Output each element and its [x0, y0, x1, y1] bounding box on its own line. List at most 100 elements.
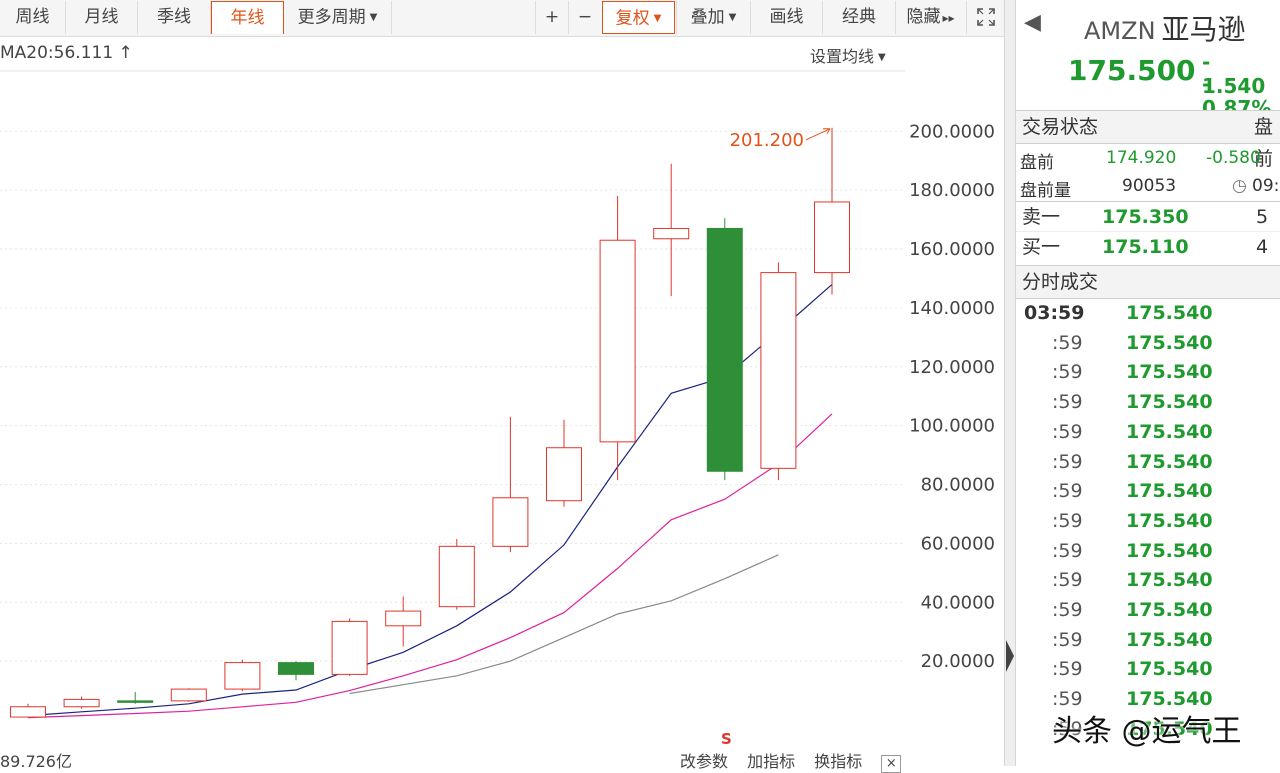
candle [546, 419, 582, 507]
classic-button[interactable]: 经典 [822, 1, 895, 34]
zoom-out-button[interactable]: − [568, 1, 601, 34]
dividend-marker: S [721, 730, 732, 748]
candle-body [546, 447, 582, 502]
tick-price: 175.540 [1126, 420, 1213, 443]
y-tick-label: 60.0000 [921, 533, 995, 554]
candle-body [278, 662, 314, 675]
edit-params-button[interactable]: 改参数 [680, 752, 728, 771]
tick-price: 175.540 [1126, 480, 1213, 503]
candle [438, 538, 475, 610]
fullscreen-button[interactable] [966, 1, 1004, 34]
candle [117, 692, 154, 704]
tab-week[interactable]: 周线 [0, 1, 66, 34]
premarket-change: -0.580 [1206, 148, 1261, 168]
tick-time: :59 [1052, 569, 1083, 592]
bid-label: 买一 [1022, 236, 1061, 258]
tab-quarter[interactable]: 季线 [138, 1, 211, 34]
candle-body [599, 239, 636, 443]
ask-price: 175.350 [1102, 206, 1189, 228]
y-tick-label: 120.0000 [909, 357, 995, 378]
candle [599, 196, 636, 481]
fuquan-dropdown[interactable]: 复权 ▼ [602, 1, 675, 34]
tick-time: :59 [1052, 599, 1083, 621]
y-tick-label: 140.0000 [909, 298, 995, 319]
premarket-price: 174.920 [1106, 148, 1177, 168]
candle [63, 696, 100, 709]
tick-row: :59 175.540 [1016, 569, 1280, 599]
bid-price: 175.110 [1102, 236, 1189, 258]
y-tick-label: 180.0000 [909, 180, 995, 201]
tick-price: 175.540 [1126, 569, 1213, 592]
dividend-marker-text: S [721, 730, 732, 748]
chevron-left-icon[interactable]: ◀ [1024, 10, 1041, 35]
tick-price: 175.540 [1126, 361, 1213, 384]
tick-time: :59 [1052, 628, 1083, 651]
candle-body [331, 620, 368, 675]
tick-price: 175.540 [1126, 658, 1213, 681]
caret-down-icon: ▼ [369, 12, 378, 23]
ma20-label: MA20:56.111 ↑ [0, 43, 133, 63]
ma-settings-dropdown[interactable]: 设置均线 ▼ [810, 43, 886, 67]
tick-time: :59 [1052, 539, 1083, 562]
ask-label: 卖一 [1022, 206, 1061, 228]
tick-row: :59 175.540 [1016, 421, 1280, 451]
tick-price: 175.540 [1126, 331, 1213, 354]
y-tick-label: 160.0000 [909, 239, 995, 260]
tab-month[interactable]: 月线 [66, 1, 138, 34]
y-tick-label: 100.0000 [909, 416, 995, 437]
candle-body [438, 545, 475, 608]
tick-time: :59 [1052, 509, 1083, 532]
premarket-volume: 90053 [1122, 176, 1177, 196]
candle [10, 703, 46, 718]
caret-down-icon: ▼ [653, 13, 662, 24]
hide-button[interactable]: 隐藏 ▸▸ [895, 1, 965, 34]
annotation-arrowhead [823, 128, 831, 135]
tick-time: :59 [1052, 480, 1083, 503]
y-tick-label: 20.0000 [921, 651, 995, 672]
overlay-dropdown[interactable]: 叠加 ▼ [676, 1, 750, 34]
tab-more-periods[interactable]: 更多周期 ▼ [284, 1, 392, 34]
candle-body [170, 688, 207, 702]
tick-price: 175.540 [1126, 391, 1213, 414]
caret-down-icon: ▼ [728, 12, 737, 23]
ma-line [27, 413, 833, 719]
candle-body [117, 700, 154, 703]
tick-row: :59 175.540 [1016, 658, 1280, 688]
tick-time: 03:59 [1024, 302, 1085, 324]
tab-year[interactable]: 年线 [211, 1, 284, 34]
company-name: 亚马逊 [1161, 13, 1246, 46]
time-sales-title: 分时成交 [1022, 271, 1099, 293]
switch-indicator-button[interactable]: 换指标 [814, 752, 862, 771]
close-indicator-button[interactable]: × [881, 755, 902, 773]
tick-price: 175.540 [1126, 599, 1213, 621]
candlestick-chart[interactable]: 200.0000 180.0000 160.0000 140.0000 120.0000… [0, 0, 1004, 766]
period-toolbar: 周线 月线 季线 年线 更多周期 ▼ + − 复权 ▼ 叠加 ▼ 画线 经典 隐藏 ▸▸ [0, 0, 1004, 37]
draw-line-button[interactable]: 画线 [750, 1, 822, 34]
zoom-in-button[interactable]: + [535, 1, 568, 34]
arrow-up-icon: ↑ [118, 43, 133, 63]
caret-down-icon: ▼ [878, 52, 886, 63]
hide-label: 隐藏 [906, 7, 941, 27]
add-indicator-button[interactable]: 加指标 [747, 752, 795, 771]
tick-price: 175.540 [1126, 450, 1213, 473]
tick-row: :59 175.540 [1016, 361, 1280, 391]
fuquan-label: 复权 [615, 8, 650, 29]
premarket-volume-row: 盘前量 90053 ◷ 09: [1020, 176, 1279, 201]
candle [653, 163, 690, 297]
tick-row: :59 175.540 [1016, 510, 1280, 540]
candle-body [760, 272, 797, 469]
candle [814, 127, 850, 295]
ma-line [27, 283, 833, 717]
tick-time: :59 [1052, 361, 1083, 384]
bid-row: 买一 175.110 4 [1016, 231, 1280, 262]
tick-time: :59 [1052, 391, 1083, 414]
ma-settings-label: 设置均线 [810, 47, 875, 66]
candle-body [385, 610, 422, 627]
candle [706, 218, 743, 481]
tick-row: :59 175.540 [1016, 391, 1280, 421]
collapse-arrow-icon[interactable] [1006, 640, 1014, 672]
candle-body [814, 201, 850, 274]
panel-splitter[interactable] [1004, 0, 1016, 766]
candle-body [653, 227, 690, 240]
candle-body [492, 497, 529, 547]
